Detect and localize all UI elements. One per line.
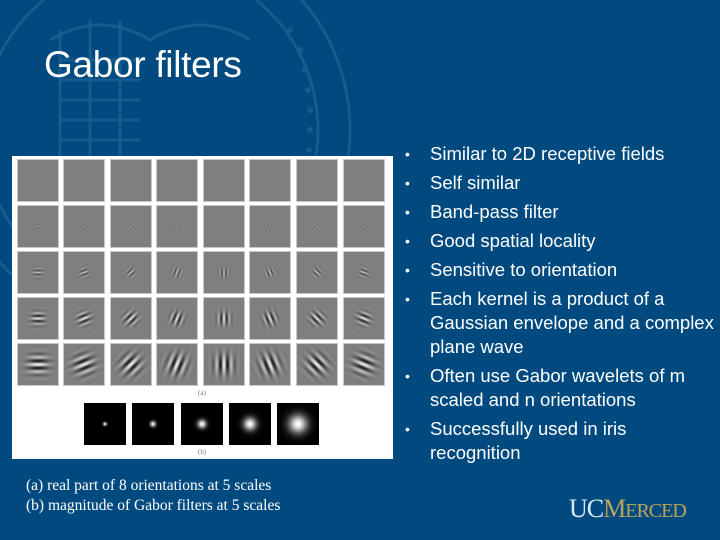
bullet-dot-icon: • <box>405 421 410 437</box>
gabor-kernel-cell <box>204 206 244 247</box>
gabor-kernel-cell <box>64 160 104 201</box>
caption-line-b: (b) magnitude of Gabor filters at 5 scal… <box>26 497 281 514</box>
logo-merced: MERCED <box>603 494 687 523</box>
bullet-item: • Often use Gabor wavelets of m scaled an… <box>405 365 686 410</box>
gabor-kernel-cell <box>111 298 151 339</box>
gabor-kernel-cell <box>204 252 244 293</box>
bullet-item: • Each kernel is a product of a Gaussian … <box>405 288 714 357</box>
gabor-magnitude-cell <box>132 403 174 445</box>
bullet-dot-icon: • <box>405 233 410 249</box>
uc-merced-logo: UCMERCED <box>569 494 687 524</box>
gabor-kernel-cell <box>250 298 290 339</box>
gabor-kernel-cell <box>111 252 151 293</box>
bullet-item: • Sensitive to orientation <box>405 259 618 280</box>
gabor-kernel-cell <box>18 160 58 201</box>
bullet-dot-icon: • <box>405 262 410 278</box>
gabor-kernel-cell <box>111 160 151 201</box>
gabor-kernel-cell <box>64 344 104 385</box>
gabor-kernel-cell <box>250 252 290 293</box>
gabor-kernel-cell <box>157 344 197 385</box>
gabor-kernel-cell <box>18 206 58 247</box>
gabor-kernel-cell <box>297 344 337 385</box>
gabor-kernel-cell <box>204 344 244 385</box>
caption-line-a: (a) real part of 8 orientations at 5 sca… <box>26 477 272 494</box>
gabor-kernel-cell <box>204 160 244 201</box>
gabor-kernel-cell <box>344 252 384 293</box>
bullet-dot-icon: • <box>405 146 410 162</box>
gabor-magnitude-cell <box>229 403 271 445</box>
bullet-item: • Band-pass filter <box>405 201 559 222</box>
bullet-item: • Good spatial locality <box>405 230 596 251</box>
gabor-magnitude-cell <box>84 403 126 445</box>
bullet-dot-icon: • <box>405 291 410 307</box>
figure-label-a: (a) <box>198 389 206 397</box>
bullet-dot-icon: • <box>405 204 410 220</box>
gabor-kernel-cell <box>18 344 58 385</box>
bullet-item: • Successfully used in iris recognition <box>405 418 627 463</box>
gabor-kernel-cell <box>204 298 244 339</box>
gabor-kernel-cell <box>157 298 197 339</box>
gabor-kernel-cell <box>18 298 58 339</box>
gabor-kernel-cell <box>64 298 104 339</box>
gabor-kernel-cell <box>344 160 384 201</box>
gabor-kernel-cell <box>157 160 197 201</box>
gabor-kernel-cell <box>344 206 384 247</box>
gabor-kernel-cell <box>297 206 337 247</box>
gabor-kernel-cell <box>64 252 104 293</box>
gabor-kernel-cell <box>64 206 104 247</box>
gabor-kernel-cell <box>297 160 337 201</box>
gabor-kernel-cell <box>250 206 290 247</box>
slide: Gabor filters (a) (b) • Similar to 2D rec… <box>0 0 720 540</box>
figure-label-b: (b) <box>198 448 207 456</box>
slide-title: Gabor filters <box>44 44 242 85</box>
gabor-kernel-cell <box>157 206 197 247</box>
gabor-kernel-cell <box>157 252 197 293</box>
bullet-item: • Similar to 2D receptive fields <box>405 143 665 164</box>
gabor-kernel-cell <box>344 298 384 339</box>
gabor-magnitude-cell <box>181 403 223 445</box>
figure-caption: (a) real part of 8 orientations at 5 sca… <box>26 476 280 516</box>
gabor-figure-panel: (a) (b) <box>12 156 393 459</box>
gabor-kernel-cell <box>111 344 151 385</box>
bullet-dot-icon: • <box>405 368 410 384</box>
gabor-kernel-cell <box>18 252 58 293</box>
gabor-kernel-cell <box>344 344 384 385</box>
gabor-kernel-cell <box>297 252 337 293</box>
gabor-kernel-cell <box>250 160 290 201</box>
gabor-kernel-cell <box>297 298 337 339</box>
logo-uc: UC <box>569 494 604 523</box>
gabor-magnitude-cell <box>277 403 319 445</box>
gabor-kernel-cell <box>111 206 151 247</box>
bullet-item: • Self similar <box>405 172 521 193</box>
bullet-dot-icon: • <box>405 175 410 191</box>
gabor-kernel-cell <box>250 344 290 385</box>
bullet-list: • Similar to 2D receptive fields • Self si… <box>405 142 715 470</box>
